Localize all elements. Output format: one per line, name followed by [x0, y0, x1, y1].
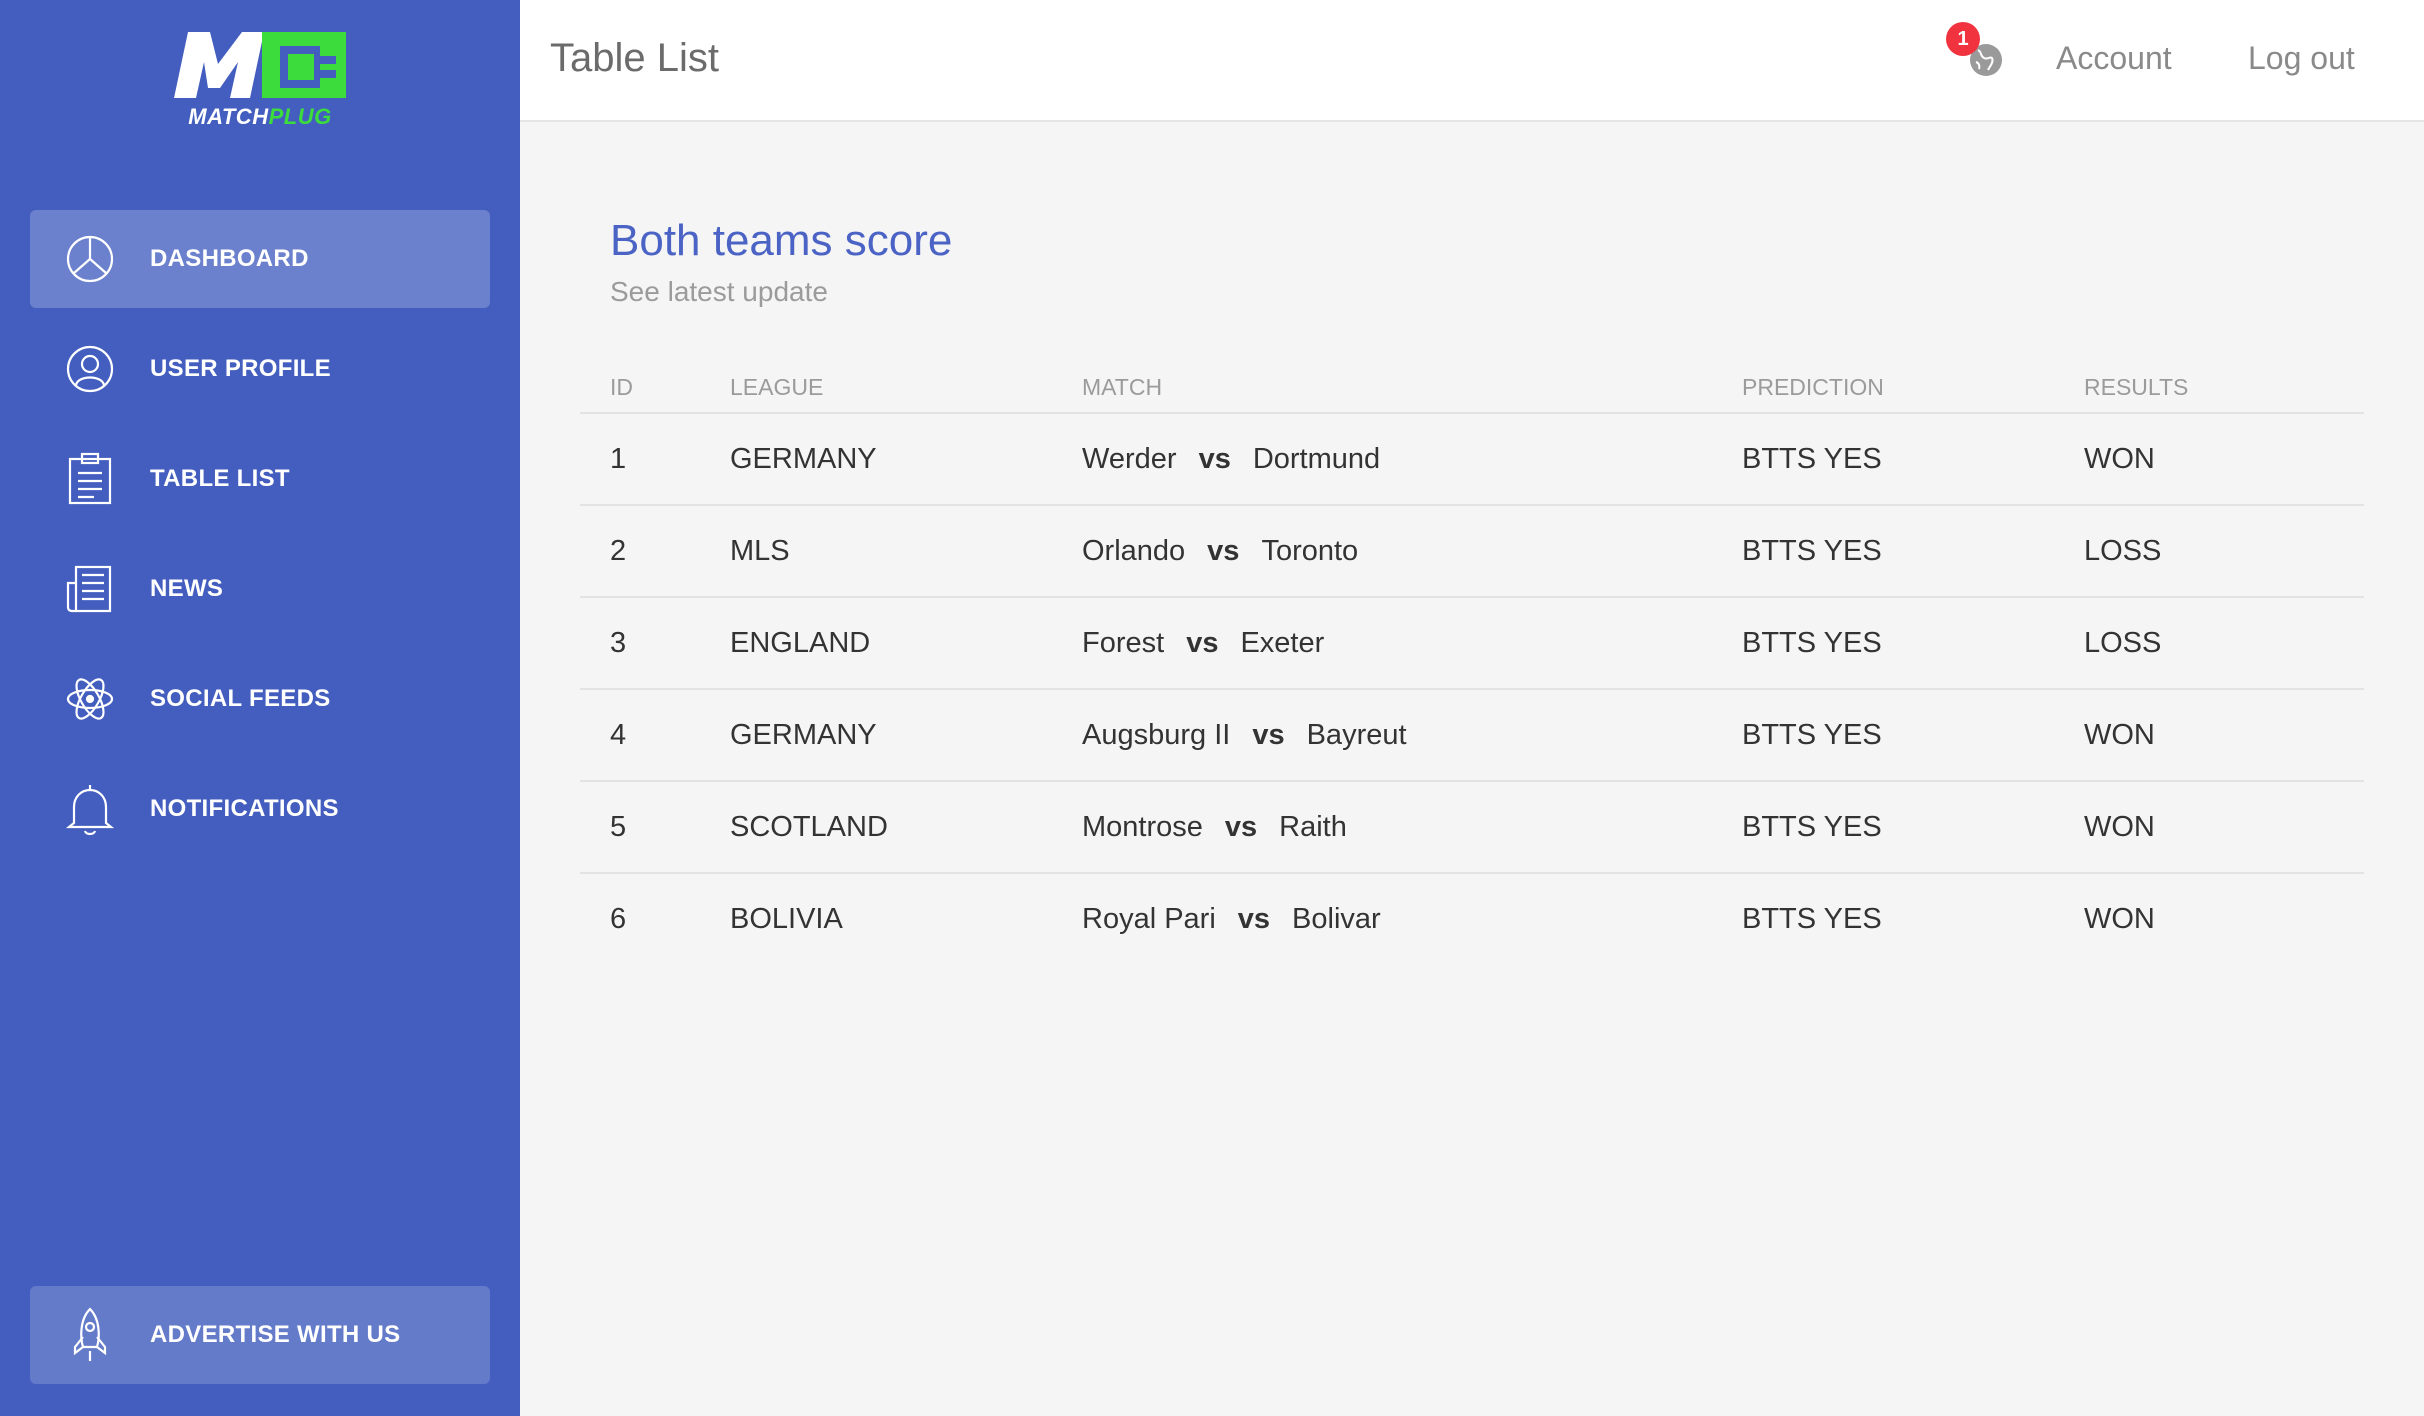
cell-result: LOSS [2084, 626, 2162, 659]
cell-result: WON [2084, 442, 2155, 475]
bell-icon [60, 779, 120, 839]
cell-prediction: BTTS YES [1742, 810, 1882, 843]
table-row: 4 GERMANY Augsburg II vs Bayreut BTTS YES … [580, 690, 2364, 782]
away-team: Dortmund [1252, 442, 1381, 475]
vs-label: vs [1198, 442, 1231, 475]
page-title: Table List [550, 36, 719, 80]
table-header-row: ID LEAGUE MATCH PREDICTION RESULTS [580, 360, 2364, 414]
notifications-globe-button[interactable]: 1 [1946, 22, 2006, 82]
column-header-results: RESULTS [2084, 374, 2189, 400]
cell-league: SCOTLAND [730, 810, 888, 843]
table-row: 5 SCOTLAND Montrose vs Raith BTTS YES WON [580, 782, 2364, 874]
home-team: Augsburg II [1082, 718, 1231, 751]
card-title: Both teams score [610, 216, 953, 265]
card-subtitle: See latest update [610, 276, 828, 307]
logout-link[interactable]: Log out [2248, 40, 2355, 77]
cell-match: Royal Pari vs Bolivar [1082, 874, 1381, 964]
away-team: Toronto [1261, 534, 1359, 567]
vs-label: vs [1237, 902, 1271, 935]
home-team: Orlando [1082, 534, 1186, 567]
cell-prediction: BTTS YES [1742, 626, 1882, 659]
advertise-button[interactable]: ADVERTISE WITH US [30, 1286, 490, 1384]
cell-prediction: BTTS YES [1742, 442, 1882, 475]
cell-result: WON [2084, 718, 2155, 751]
cell-match: Augsburg II vs Bayreut [1082, 690, 1407, 780]
sidebar-item-user-profile[interactable]: USER PROFILE [30, 320, 490, 418]
rocket-icon [60, 1305, 120, 1365]
sidebar: MATCHPLUG DASHBOARD USER PROFILE TABLE L… [0, 0, 520, 1416]
user-circle-icon [60, 339, 120, 399]
vs-label: vs [1207, 534, 1240, 567]
table-row: 6 BOLIVIA Royal Pari vs Bolivar BTTS YES W… [580, 874, 2364, 964]
vs-label: vs [1252, 718, 1285, 751]
sidebar-item-table-list[interactable]: TABLE LIST [30, 430, 490, 528]
column-header-league: LEAGUE [730, 374, 824, 400]
notification-badge: 1 [1946, 22, 1980, 56]
cell-id: 1 [610, 442, 627, 475]
logo-mark-icon [174, 32, 346, 98]
cell-league: ENGLAND [730, 626, 871, 659]
table-row: 3 ENGLAND Forest vs Exeter BTTS YES LOSS [580, 598, 2364, 690]
account-link[interactable]: Account [2056, 40, 2172, 77]
away-team: Bolivar [1292, 902, 1381, 935]
column-header-prediction: PREDICTION [1742, 374, 1884, 400]
advertise-label: ADVERTISE WITH US [150, 1321, 401, 1348]
sidebar-item-label: TABLE LIST [150, 465, 290, 492]
pie-chart-icon [60, 229, 120, 289]
predictions-table: ID LEAGUE MATCH PREDICTION RESULTS 1 GER… [580, 360, 2364, 964]
cell-prediction: BTTS YES [1742, 534, 1882, 567]
atom-icon [60, 669, 120, 729]
cell-prediction: BTTS YES [1742, 718, 1882, 751]
cell-id: 3 [610, 626, 627, 659]
cell-id: 4 [610, 718, 627, 751]
sidebar-item-notifications[interactable]: NOTIFICATIONS [30, 760, 490, 858]
cell-id: 6 [610, 902, 627, 935]
cell-result: WON [2084, 902, 2155, 935]
cell-id: 5 [610, 810, 627, 843]
cell-result: WON [2084, 810, 2155, 843]
home-team: Royal Pari [1082, 902, 1216, 935]
sidebar-item-dashboard[interactable]: DASHBOARD [30, 210, 490, 308]
vs-label: vs [1186, 626, 1219, 659]
cell-match: Montrose vs Raith [1082, 782, 1347, 872]
away-team: Bayreut [1306, 718, 1407, 751]
cell-league: GERMANY [730, 718, 877, 751]
sidebar-item-label: DASHBOARD [150, 245, 309, 272]
home-team: Montrose [1082, 810, 1203, 843]
vs-label: vs [1224, 810, 1258, 843]
sidebar-item-label: USER PROFILE [150, 355, 331, 382]
cell-prediction: BTTS YES [1742, 902, 1882, 935]
sidebar-item-label: SOCIAL FEEDS [150, 685, 331, 712]
matchplug-logo[interactable]: MATCHPLUG [170, 28, 350, 138]
sidebar-item-social-feeds[interactable]: SOCIAL FEEDS [30, 650, 490, 748]
cell-id: 2 [610, 534, 627, 567]
cell-result: LOSS [2084, 534, 2162, 567]
cell-league: MLS [730, 534, 790, 567]
newspaper-icon [60, 559, 120, 619]
sidebar-item-news[interactable]: NEWS [30, 540, 490, 638]
logo-wordmark: MATCHPLUG [188, 104, 332, 129]
cell-league: GERMANY [730, 442, 877, 475]
sidebar-item-label: NEWS [150, 575, 224, 602]
cell-league: BOLIVIA [730, 902, 843, 935]
column-header-id: ID [610, 374, 633, 400]
column-header-match: MATCH [1082, 374, 1163, 400]
cell-match: Orlando vs Toronto [1082, 506, 1358, 596]
table-row: 1 GERMANY Werder vs Dortmund BTTS YES WON [580, 414, 2364, 506]
away-team: Exeter [1240, 626, 1325, 659]
sidebar-item-label: NOTIFICATIONS [150, 795, 339, 822]
cell-match: Werder vs Dortmund [1082, 414, 1380, 504]
clipboard-icon [60, 449, 120, 509]
table-row: 2 MLS Orlando vs Toronto BTTS YES LOSS [580, 506, 2364, 598]
away-team: Raith [1279, 810, 1347, 843]
top-navbar: Table List 1 Account Log out [520, 0, 2424, 122]
home-team: Forest [1082, 626, 1165, 659]
cell-match: Forest vs Exeter [1082, 598, 1324, 688]
home-team: Werder [1082, 442, 1177, 475]
